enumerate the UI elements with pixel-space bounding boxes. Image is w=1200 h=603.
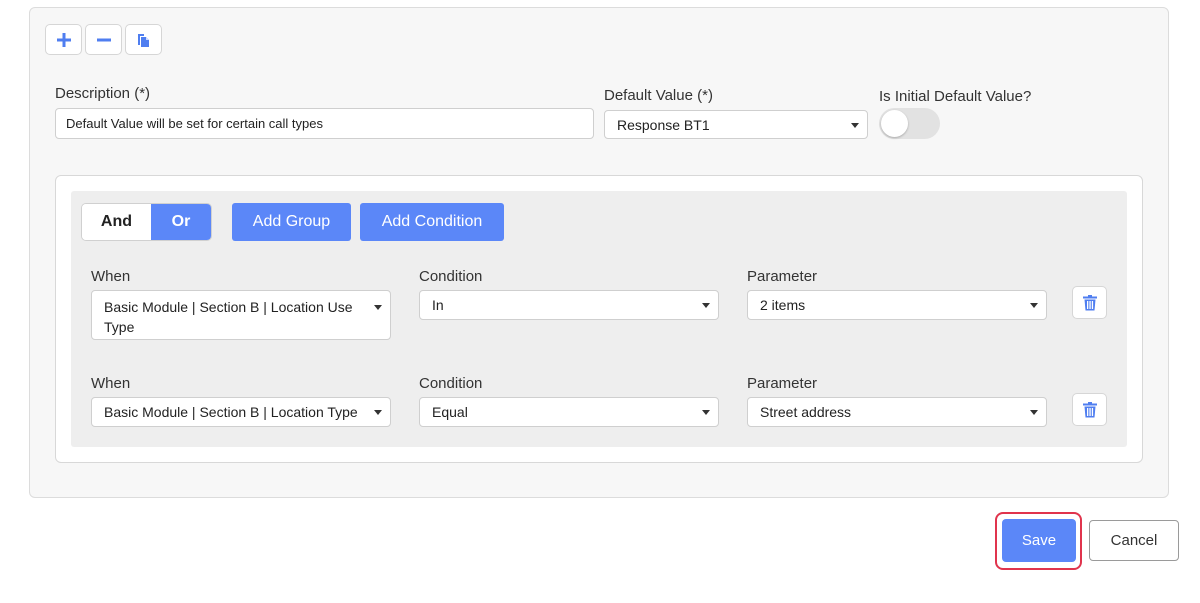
default-value-selected: Response BT1 [617,116,710,133]
default-value-label: Default Value (*) [604,87,713,104]
save-button[interactable]: Save [1002,519,1076,562]
logic-toggle: And Or [81,203,212,241]
and-button[interactable]: And [82,204,151,240]
copy-icon [137,33,149,47]
when-label: When [91,375,131,392]
condition-selected: Equal [432,404,468,420]
default-value-select[interactable]: Response BT1 [604,110,868,139]
or-button[interactable]: Or [150,204,211,240]
parameter-selected: 2 items [760,297,806,313]
description-label: Description (*) [55,85,151,102]
condition-selected: In [432,297,444,313]
when-label: When [91,268,131,285]
parameter-select[interactable]: Street address [747,397,1047,427]
parameter-label: Parameter [747,375,818,392]
initial-default-toggle[interactable] [879,108,940,139]
description-input[interactable]: Default Value will be set for certain ca… [55,108,594,139]
parameter-label: Parameter [747,268,818,285]
copy-row-button[interactable] [125,24,162,55]
toggle-knob [881,110,908,137]
parameter-select[interactable]: 2 items [747,290,1047,320]
chevron-down-icon [374,305,382,310]
chevron-down-icon [374,410,382,415]
trash-icon [1082,294,1097,310]
chevron-down-icon [702,303,710,308]
condition-label: Condition [419,375,483,392]
cancel-button[interactable]: Cancel [1089,520,1179,561]
when-select[interactable]: Basic Module | Section B | Location Use … [91,290,391,340]
chevron-down-icon [702,410,710,415]
trash-icon [1082,401,1097,417]
when-selected: Basic Module | Section B | Location Use … [104,299,353,335]
add-row-button[interactable] [45,24,82,55]
minus-icon [96,38,111,41]
condition-select[interactable]: Equal [419,397,719,427]
chevron-down-icon [1030,410,1038,415]
delete-condition-button[interactable] [1072,286,1107,319]
plus-icon [56,32,71,47]
add-condition-button[interactable]: Add Condition [360,203,504,241]
condition-select[interactable]: In [419,290,719,320]
add-group-button[interactable]: Add Group [232,203,351,241]
chevron-down-icon [1030,303,1038,308]
condition-label: Condition [419,268,483,285]
when-select[interactable]: Basic Module | Section B | Location Type [91,397,391,427]
initial-default-label: Is Initial Default Value? [879,88,1032,105]
chevron-down-icon [851,122,859,128]
remove-row-button[interactable] [85,24,122,55]
delete-condition-button[interactable] [1072,393,1107,426]
parameter-selected: Street address [760,404,852,420]
when-selected: Basic Module | Section B | Location Type [104,404,358,420]
